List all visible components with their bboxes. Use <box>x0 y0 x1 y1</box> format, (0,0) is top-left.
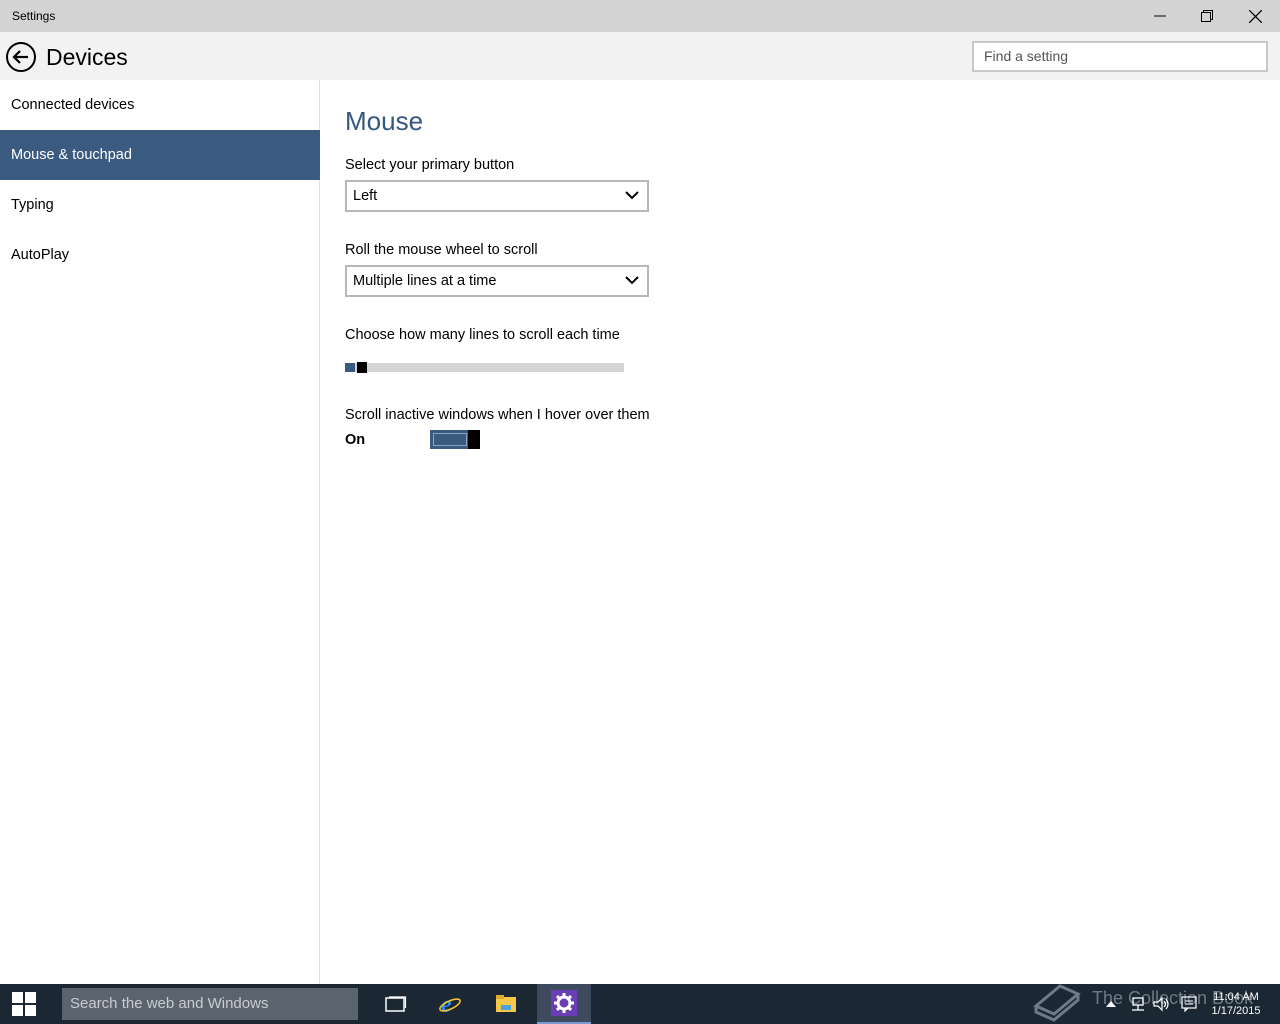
task-view-button[interactable] <box>369 984 423 1024</box>
close-button[interactable] <box>1232 0 1278 32</box>
main-content: Mouse Select your primary button Left Ro… <box>321 80 1280 984</box>
taskbar: Search the web and Windows e The Collect… <box>0 984 1280 1024</box>
section-title: Mouse <box>345 106 424 136</box>
lines-slider-fill <box>345 363 355 372</box>
volume-icon <box>1153 996 1169 1012</box>
wheel-scroll-dropdown[interactable]: Multiple lines at a time <box>345 265 649 297</box>
toggle-knob <box>468 430 480 449</box>
inactive-scroll-toggle[interactable] <box>430 430 480 449</box>
minimize-icon <box>1154 15 1166 17</box>
chevron-down-icon <box>625 276 639 285</box>
primary-button-value: Left <box>353 188 378 204</box>
toggle-track <box>433 433 467 446</box>
find-setting-input[interactable]: Find a setting <box>972 41 1268 72</box>
taskbar-search-input[interactable]: Search the web and Windows <box>62 988 358 1020</box>
lines-slider-thumb[interactable] <box>357 362 367 373</box>
book-watermark-icon <box>1033 984 1081 1022</box>
close-icon <box>1248 9 1262 23</box>
restore-button[interactable] <box>1184 0 1230 32</box>
file-explorer-icon <box>496 995 516 1012</box>
title-bar: Settings <box>0 0 1280 32</box>
lines-slider[interactable] <box>345 362 624 373</box>
clock-time: 11:04 AM <box>1213 991 1259 1003</box>
primary-button-label: Select your primary button <box>345 157 515 173</box>
action-center-icon <box>1181 996 1197 1012</box>
settings-header: Devices Find a setting <box>0 32 1280 80</box>
back-arrow-icon <box>6 42 36 72</box>
network-button[interactable] <box>1128 984 1148 1024</box>
clock-date: 1/17/2015 <box>1211 1005 1261 1017</box>
sidebar: Connected devices Mouse & touchpad Typin… <box>0 80 320 984</box>
wheel-scroll-value: Multiple lines at a time <box>353 273 497 289</box>
minimize-button[interactable] <box>1137 0 1183 32</box>
page-title: Devices <box>46 44 128 70</box>
show-hidden-icons-button[interactable] <box>1104 984 1118 1024</box>
sidebar-item-typing[interactable]: Typing <box>0 180 320 230</box>
volume-button[interactable] <box>1152 984 1172 1024</box>
clock[interactable]: 11:04 AM 1/17/2015 <box>1206 990 1266 1018</box>
chevron-down-icon <box>625 191 639 200</box>
action-center-button[interactable] <box>1178 984 1200 1024</box>
window-title: Settings <box>12 9 56 23</box>
wheel-scroll-label: Roll the mouse wheel to scroll <box>345 242 538 258</box>
network-icon <box>1132 997 1144 1011</box>
chevron-up-icon <box>1106 1001 1116 1007</box>
sidebar-item-autoplay[interactable]: AutoPlay <box>0 230 320 280</box>
windows-logo-icon <box>12 992 36 1016</box>
task-view-icon <box>385 996 407 1012</box>
toggle-state-text: On <box>345 432 366 448</box>
settings-app-button[interactable] <box>537 984 591 1024</box>
internet-explorer-button[interactable]: e <box>423 984 477 1024</box>
sidebar-item-connected-devices[interactable]: Connected devices <box>0 80 320 130</box>
restore-icon <box>1201 10 1213 22</box>
settings-gear-icon <box>551 990 577 1016</box>
primary-button-dropdown[interactable]: Left <box>345 180 649 212</box>
start-button[interactable] <box>0 984 48 1024</box>
sidebar-item-mouse-touchpad[interactable]: Mouse & touchpad <box>0 130 320 180</box>
file-explorer-button[interactable] <box>479 984 533 1024</box>
back-button[interactable] <box>5 41 37 73</box>
internet-explorer-icon: e <box>439 992 461 1016</box>
inactive-scroll-label: Scroll inactive windows when I hover ove… <box>345 407 650 423</box>
lines-slider-label: Choose how many lines to scroll each tim… <box>345 327 620 343</box>
